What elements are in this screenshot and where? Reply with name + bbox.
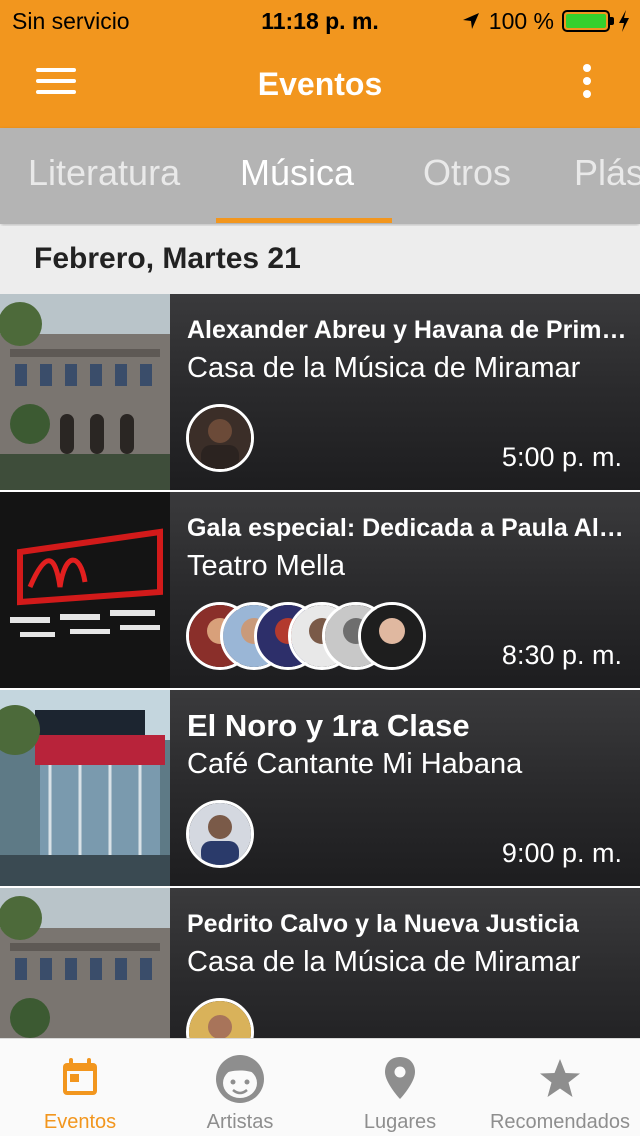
bottom-tab-label: Eventos	[43, 1111, 117, 1133]
event-venue: Café Cantante Mi Habana	[187, 748, 523, 780]
event-card[interactable]: Pedrito Calvo y la Nueva Justicia Casa d…	[0, 888, 640, 1038]
more-options-button[interactable]	[580, 64, 594, 104]
tab-literatura[interactable]: Literatura	[28, 152, 180, 194]
category-tabs: Literatura Música Otros Plás	[0, 128, 640, 224]
event-card[interactable]: Gala especial: Dedicada a Paula Alfonso …	[0, 492, 640, 688]
event-time: 5:00 p. m.	[501, 442, 622, 472]
bottom-tab-bar: Eventos Artistas Lugares Recomendados	[0, 1038, 640, 1136]
venue-photo	[0, 492, 170, 688]
artist-avatar[interactable]	[186, 800, 254, 868]
status-bar: Sin servicio 11:18 p. m. 100 %	[0, 0, 640, 40]
calendar-icon	[63, 1058, 97, 1095]
artist-avatar[interactable]	[358, 602, 426, 670]
date-section-header: Febrero, Martes 21	[0, 226, 640, 294]
battery-icon	[562, 10, 614, 32]
bottom-tab-lugares[interactable]: Lugares	[320, 1039, 480, 1136]
face-icon	[216, 1055, 264, 1103]
bottom-tab-label: Artistas	[206, 1111, 274, 1133]
bottom-tab-label: Lugares	[363, 1111, 437, 1133]
battery-percent: 100 %	[488, 7, 554, 34]
bottom-tab-label: Recomendados	[489, 1111, 631, 1133]
bottom-tab-eventos[interactable]: Eventos	[0, 1039, 160, 1136]
bottom-tab-artistas[interactable]: Artistas	[160, 1039, 320, 1136]
event-time: 8:30 p. m.	[501, 640, 622, 670]
venue-photo	[0, 294, 170, 490]
venue-photo	[0, 690, 170, 886]
nav-bar: Eventos	[0, 40, 640, 128]
events-list: Alexander Abreu y Havana de Primera Casa…	[0, 294, 640, 1038]
event-card[interactable]: Alexander Abreu y Havana de Primera Casa…	[0, 294, 640, 490]
status-right: 100 %	[461, 8, 630, 34]
event-name: Pedrito Calvo y la Nueva Justicia	[187, 910, 579, 938]
tab-musica[interactable]: Música	[240, 152, 354, 194]
event-venue: Casa de la Música de Miramar	[187, 352, 581, 384]
event-name: Gala especial: Dedicada a Paula Alfonso	[187, 514, 627, 542]
tab-plastica[interactable]: Plás	[574, 152, 640, 194]
event-time: 9:00 p. m.	[501, 838, 622, 868]
artist-avatar[interactable]	[186, 998, 254, 1038]
date-label: Febrero, Martes 21	[34, 242, 301, 275]
location-arrow-icon	[462, 13, 479, 29]
event-venue: Teatro Mella	[187, 550, 345, 582]
active-tab-indicator	[216, 218, 392, 223]
event-card[interactable]: El Noro y 1ra Clase Café Cantante Mi Hab…	[0, 690, 640, 886]
bottom-tab-recomendados[interactable]: Recomendados	[480, 1039, 640, 1136]
app-header: Sin servicio 11:18 p. m. 100 % Eventos	[0, 0, 640, 128]
star-icon	[540, 1059, 580, 1097]
event-venue: Casa de la Música de Miramar	[187, 946, 581, 978]
tab-otros[interactable]: Otros	[423, 152, 511, 194]
venue-photo	[0, 888, 170, 1038]
charging-bolt-icon	[619, 10, 629, 32]
location-pin-icon	[385, 1057, 415, 1099]
page-title: Eventos	[257, 66, 383, 102]
event-name: Alexander Abreu y Havana de Primera	[187, 316, 627, 344]
event-name: El Noro y 1ra Clase	[187, 708, 470, 743]
artist-avatar[interactable]	[186, 404, 254, 472]
